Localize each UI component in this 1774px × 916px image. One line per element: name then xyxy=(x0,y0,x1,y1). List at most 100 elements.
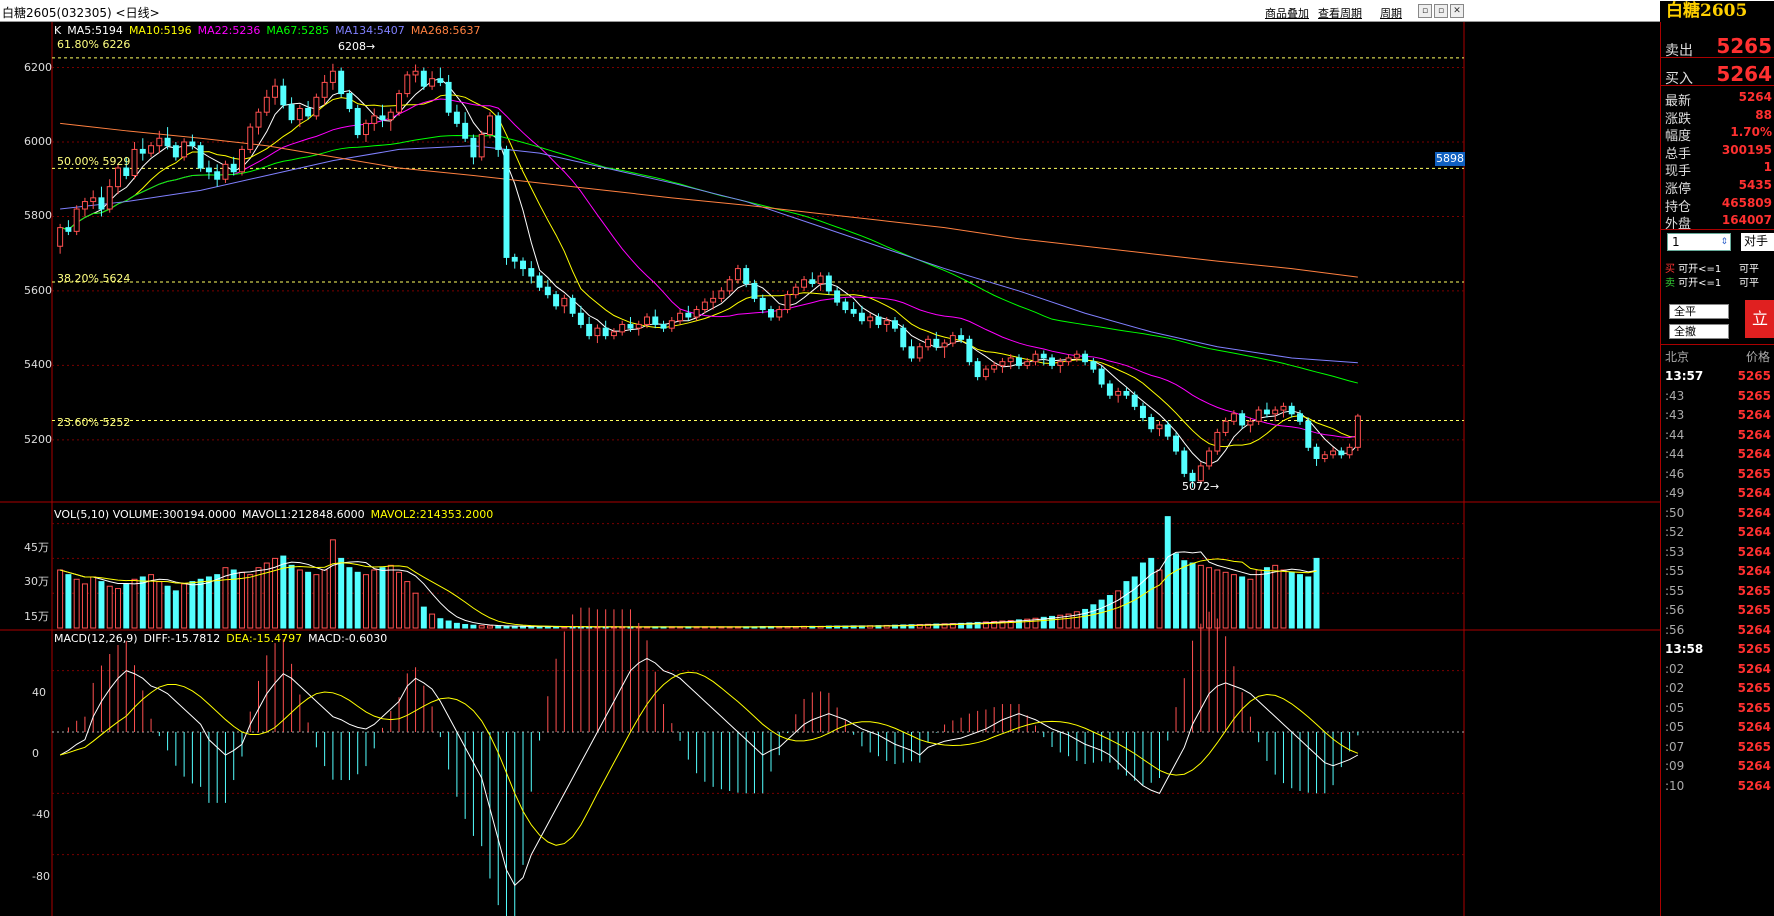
volume-bar xyxy=(296,569,303,629)
volume-bar xyxy=(362,574,369,629)
price-tick: 5800 xyxy=(24,209,52,223)
tick-time: :49 xyxy=(1665,486,1685,500)
candle-body xyxy=(387,111,394,121)
tick-time: 13:57 xyxy=(1665,369,1704,383)
tick-price: 5265 xyxy=(1737,466,1771,481)
candle-body xyxy=(809,279,816,284)
candle-body xyxy=(536,275,543,288)
volume-bar xyxy=(1098,599,1105,629)
tick-time: :02 xyxy=(1665,661,1685,676)
candle-body xyxy=(123,167,130,176)
candle-body xyxy=(429,78,436,87)
minimize-icon[interactable]: ▫ xyxy=(1418,4,1432,18)
volume-bar xyxy=(214,574,221,629)
period-link[interactable]: 周期 xyxy=(1380,5,1402,21)
tick-price: 5264 xyxy=(1737,525,1771,539)
ma5-line xyxy=(60,78,1359,465)
candle-body xyxy=(214,171,221,180)
candle-body xyxy=(239,148,245,173)
candle-body xyxy=(925,338,932,348)
candle-body xyxy=(296,107,303,121)
dea-line xyxy=(59,671,1359,846)
candle-body xyxy=(528,268,535,277)
volume-bar xyxy=(1222,571,1229,629)
vol-legend-item-2: MAVOL2:214353.2000 xyxy=(370,508,494,521)
candle-body xyxy=(453,111,460,124)
order-button[interactable]: 立 xyxy=(1745,300,1774,338)
candle-body xyxy=(1024,361,1031,366)
candle-body xyxy=(222,163,229,180)
volume-bar xyxy=(1280,569,1287,629)
volume-tick: 15万 xyxy=(24,610,49,624)
volume-bar xyxy=(1115,590,1122,629)
tick-price: 5264 xyxy=(1737,408,1771,422)
candle-body xyxy=(801,279,808,288)
brand-title: 白糖2605 xyxy=(1660,1,1774,22)
period-view-link[interactable]: 查看周期 xyxy=(1318,5,1362,21)
volume-bar xyxy=(1313,557,1320,629)
volume-bar xyxy=(288,564,295,629)
candle-body xyxy=(602,327,609,337)
candle-body xyxy=(115,167,121,188)
candle-body xyxy=(65,227,72,232)
volume-bar xyxy=(1164,516,1171,629)
candle-body xyxy=(1305,420,1312,448)
candle-body xyxy=(850,309,857,314)
candle-body xyxy=(718,290,725,299)
quantity-input[interactable]: 1 ⇕ xyxy=(1667,233,1731,251)
volume-bar xyxy=(189,581,196,629)
candle-body xyxy=(1057,361,1064,366)
volume-bar xyxy=(1181,560,1188,629)
candle-body xyxy=(503,148,510,258)
kline-chart[interactable] xyxy=(0,22,1660,916)
candle-body xyxy=(379,115,386,121)
candle-body xyxy=(635,323,642,329)
buy-price: 5264 xyxy=(1716,62,1772,86)
restore-icon[interactable]: ▫ xyxy=(1434,4,1448,18)
counterparty-select[interactable]: 对手 xyxy=(1741,233,1774,251)
candle-body xyxy=(817,275,824,284)
stat-value: 164007 xyxy=(1721,213,1772,228)
candle-body xyxy=(768,309,774,318)
volume-bar xyxy=(131,578,138,629)
volume-bar xyxy=(239,571,245,629)
volume-bar xyxy=(1288,571,1295,629)
candle-body xyxy=(1321,454,1328,459)
cancel-all-button[interactable]: 全撤 xyxy=(1669,324,1729,339)
candle-body xyxy=(280,85,287,106)
candle-body xyxy=(991,364,998,370)
chart-area[interactable]: 6200 6000 5800 5600 5400 5200 K MA5:5194 MA10:5… xyxy=(0,22,1660,916)
volume-bar xyxy=(148,574,155,629)
candle-body xyxy=(858,312,865,322)
candle-body xyxy=(627,323,634,329)
overlay-link[interactable]: 商品叠加 xyxy=(1265,5,1309,21)
tick-price: 5264 xyxy=(1737,505,1771,520)
volume-bar xyxy=(495,625,502,629)
volume-bar xyxy=(346,567,353,629)
macd-tick: -80 xyxy=(32,869,50,883)
candle-body xyxy=(751,282,758,299)
close-all-button[interactable]: 全平 xyxy=(1669,304,1729,319)
candle-body xyxy=(346,93,353,109)
sell-open-info: 卖 可开<=1 xyxy=(1665,278,1722,289)
close-icon[interactable]: ✕ xyxy=(1450,4,1464,18)
volume-bar xyxy=(503,625,510,629)
candle-body xyxy=(1106,383,1113,396)
candle-body xyxy=(305,107,312,117)
candle-body xyxy=(610,331,617,337)
candle-body xyxy=(205,167,212,173)
candle-body xyxy=(255,111,262,128)
candle-body xyxy=(660,323,667,329)
volume-bar xyxy=(511,625,518,629)
volume-bar xyxy=(305,571,312,629)
candle-body xyxy=(594,327,601,337)
candle-body xyxy=(949,335,956,344)
candle-body xyxy=(958,335,965,340)
volume-bar xyxy=(1272,564,1279,629)
candle-body xyxy=(1139,405,1146,419)
candle-body xyxy=(1181,450,1188,474)
candle-body xyxy=(1049,357,1056,366)
candle-body xyxy=(644,316,650,325)
tick-price: 5264 xyxy=(1737,661,1771,676)
ma67-line xyxy=(60,135,1358,384)
